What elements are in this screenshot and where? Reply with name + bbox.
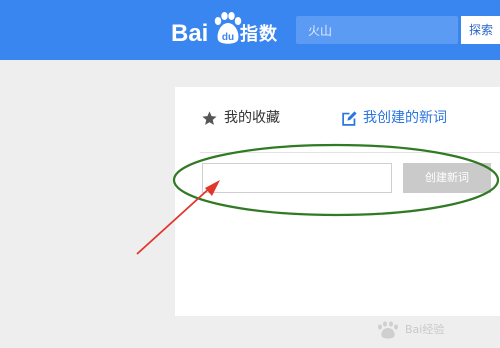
create-new-word-button[interactable]: 创建新词: [403, 163, 491, 193]
watermark: Bai经验: [376, 318, 444, 342]
baidu-index-logo[interactable]: Bai du 指数: [168, 12, 278, 48]
tab-divider: [200, 152, 500, 153]
top-nav-bar: Bai du 指数 探索: [0, 0, 500, 60]
tab-my-created-words[interactable]: 我创建的新词: [341, 108, 447, 128]
logo-text-zhishu: 指数: [240, 24, 278, 45]
tab-my-favorites-label: 我的收藏: [224, 110, 280, 126]
paw-icon: [378, 321, 398, 339]
search-input[interactable]: [296, 16, 446, 44]
logo-text-bai: Bai: [171, 20, 209, 47]
tab-my-created-words-label: 我创建的新词: [363, 110, 447, 126]
search-button[interactable]: 探索: [461, 16, 500, 44]
edit-icon: [342, 110, 357, 126]
star-icon: [202, 110, 217, 125]
tab-my-favorites[interactable]: 我的收藏: [201, 108, 280, 128]
logo-text-du: du: [221, 32, 235, 43]
watermark-text: Bai经验: [405, 323, 445, 336]
new-word-input[interactable]: [202, 163, 392, 193]
search-box: [296, 16, 458, 44]
